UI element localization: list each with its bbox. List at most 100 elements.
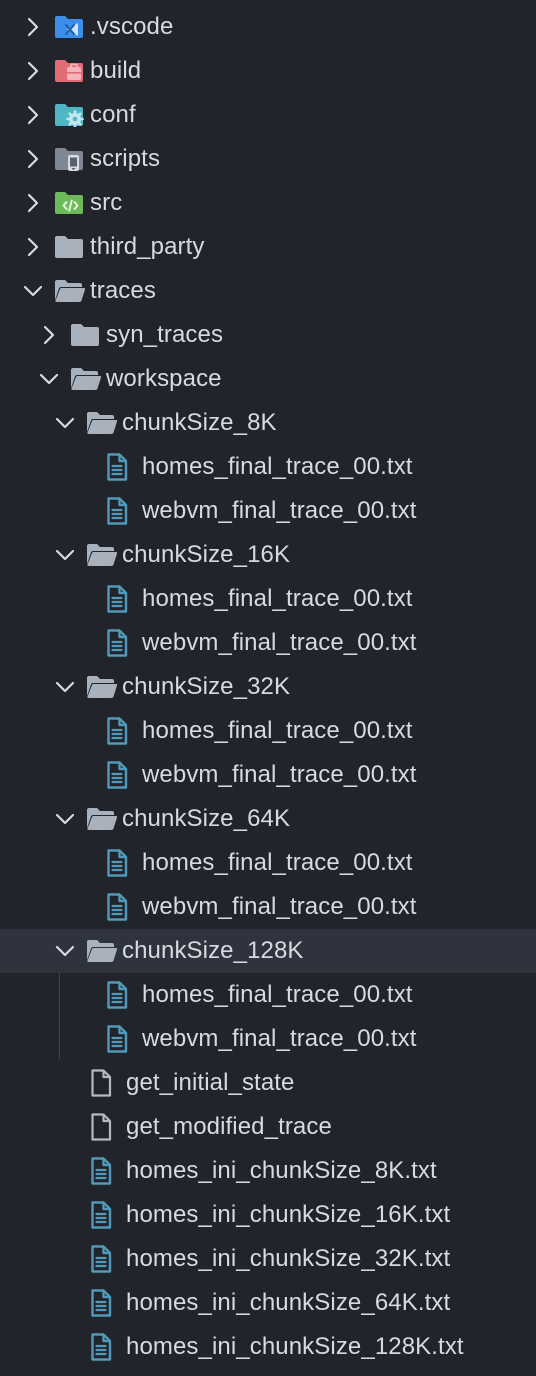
- file-row-homes-final-trace-00-txt[interactable]: homes_final_trace_00.txt: [0, 841, 536, 885]
- folder-row-conf[interactable]: conf: [0, 93, 536, 137]
- text-file-icon: [86, 1332, 124, 1362]
- folder-open-icon: [86, 408, 120, 438]
- chevron-down-icon[interactable]: [52, 410, 78, 436]
- folder-row-chunksize-32k[interactable]: chunkSize_32K: [0, 665, 536, 709]
- file-label: webvm_final_trace_00.txt: [142, 761, 417, 788]
- folder-row-workspace[interactable]: workspace: [0, 357, 536, 401]
- folder-label: .vscode: [90, 13, 174, 40]
- folder-label: chunkSize_64K: [122, 805, 291, 832]
- file-row-webvm-final-trace-00-txt[interactable]: webvm_final_trace_00.txt: [0, 753, 536, 797]
- folder-open-icon: [86, 540, 120, 570]
- file-row-webvm-final-trace-00-txt[interactable]: webvm_final_trace_00.txt: [0, 621, 536, 665]
- folder-label: scripts: [90, 145, 161, 172]
- folder-row-chunksize-16k[interactable]: chunkSize_16K: [0, 533, 536, 577]
- file-explorer-tree: .vscode build conf scripts src third_partytra…: [0, 5, 536, 1369]
- folder-label: chunkSize_8K: [122, 409, 277, 436]
- file-row-homes-ini-chunksize-128k-txt[interactable]: homes_ini_chunkSize_128K.txt: [0, 1325, 536, 1369]
- file-row-homes-final-trace-00-txt[interactable]: homes_final_trace_00.txt: [0, 973, 536, 1017]
- folder-label: traces: [90, 277, 156, 304]
- file-row-get-modified-trace[interactable]: get_modified_trace: [0, 1105, 536, 1149]
- indent-guide: [59, 973, 60, 1059]
- folder-label: chunkSize_32K: [122, 673, 291, 700]
- text-file-icon: [102, 716, 140, 746]
- file-row-webvm-final-trace-00-txt[interactable]: webvm_final_trace_00.txt: [0, 489, 536, 533]
- file-row-homes-ini-chunksize-64k-txt[interactable]: homes_ini_chunkSize_64K.txt: [0, 1281, 536, 1325]
- file-label: homes_final_trace_00.txt: [142, 981, 413, 1008]
- file-row-homes-final-trace-00-txt[interactable]: homes_final_trace_00.txt: [0, 577, 536, 621]
- config-folder-icon: [54, 100, 88, 130]
- file-label: homes_ini_chunkSize_32K.txt: [126, 1245, 451, 1272]
- text-file-icon: [86, 1200, 124, 1230]
- chevron-right-icon[interactable]: [36, 322, 62, 348]
- file-row-homes-ini-chunksize-32k-txt[interactable]: homes_ini_chunkSize_32K.txt: [0, 1237, 536, 1281]
- folder-icon: [70, 320, 104, 350]
- folder-label: third_party: [90, 233, 205, 260]
- file-row-homes-final-trace-00-txt[interactable]: homes_final_trace_00.txt: [0, 445, 536, 489]
- chevron-right-icon[interactable]: [20, 102, 46, 128]
- file-row-homes-final-trace-00-txt[interactable]: homes_final_trace_00.txt: [0, 709, 536, 753]
- file-label: homes_final_trace_00.txt: [142, 849, 413, 876]
- folder-row-traces[interactable]: traces: [0, 269, 536, 313]
- text-file-icon: [102, 760, 140, 790]
- folder-open-icon: [86, 936, 120, 966]
- folder-row-chunksize-128k[interactable]: chunkSize_128K: [0, 929, 536, 973]
- text-file-icon: [102, 892, 140, 922]
- file-row-webvm-final-trace-00-txt[interactable]: webvm_final_trace_00.txt: [0, 885, 536, 929]
- text-file-icon: [102, 848, 140, 878]
- text-file-icon: [102, 496, 140, 526]
- chevron-right-icon[interactable]: [20, 234, 46, 260]
- folder-label: syn_traces: [106, 321, 224, 348]
- chevron-down-icon[interactable]: [52, 806, 78, 832]
- file-label: homes_ini_chunkSize_64K.txt: [126, 1289, 451, 1316]
- file-row-get-initial-state[interactable]: get_initial_state: [0, 1061, 536, 1105]
- folder-label: conf: [90, 101, 136, 128]
- file-label: homes_final_trace_00.txt: [142, 717, 413, 744]
- text-file-icon: [86, 1288, 124, 1318]
- file-label: webvm_final_trace_00.txt: [142, 497, 417, 524]
- folder-row-vscode[interactable]: .vscode: [0, 5, 536, 49]
- chevron-right-icon[interactable]: [20, 190, 46, 216]
- chevron-down-icon[interactable]: [36, 366, 62, 392]
- chevron-right-icon[interactable]: [20, 58, 46, 84]
- folder-open-icon: [54, 276, 88, 306]
- file-label: homes_ini_chunkSize_128K.txt: [126, 1333, 464, 1360]
- scripts-folder-icon: [54, 144, 88, 174]
- file-label: webvm_final_trace_00.txt: [142, 893, 417, 920]
- blank-file-icon: [86, 1068, 124, 1098]
- folder-row-chunksize-64k[interactable]: chunkSize_64K: [0, 797, 536, 841]
- folder-icon: [54, 232, 88, 262]
- folder-row-build[interactable]: build: [0, 49, 536, 93]
- file-row-homes-ini-chunksize-16k-txt[interactable]: homes_ini_chunkSize_16K.txt: [0, 1193, 536, 1237]
- chevron-down-icon[interactable]: [52, 674, 78, 700]
- file-label: homes_final_trace_00.txt: [142, 453, 413, 480]
- folder-label: build: [90, 57, 142, 84]
- chevron-down-icon[interactable]: [20, 278, 46, 304]
- text-file-icon: [102, 452, 140, 482]
- folder-open-icon: [86, 804, 120, 834]
- folder-row-third-party[interactable]: third_party: [0, 225, 536, 269]
- file-label: webvm_final_trace_00.txt: [142, 629, 417, 656]
- file-row-webvm-final-trace-00-txt[interactable]: webvm_final_trace_00.txt: [0, 1017, 536, 1061]
- folder-row-chunksize-8k[interactable]: chunkSize_8K: [0, 401, 536, 445]
- chevron-down-icon[interactable]: [52, 938, 78, 964]
- folder-row-scripts[interactable]: scripts: [0, 137, 536, 181]
- file-label: get_initial_state: [126, 1069, 295, 1096]
- chevron-right-icon[interactable]: [20, 146, 46, 172]
- folder-row-src[interactable]: src: [0, 181, 536, 225]
- build-folder-icon: [54, 56, 88, 86]
- chevron-right-icon[interactable]: [20, 14, 46, 40]
- vscode-folder-icon: [54, 12, 88, 42]
- folder-row-syn-traces[interactable]: syn_traces: [0, 313, 536, 357]
- folder-label: src: [90, 189, 123, 216]
- folder-open-icon: [70, 364, 104, 394]
- folder-label: chunkSize_128K: [122, 937, 304, 964]
- chevron-down-icon[interactable]: [52, 542, 78, 568]
- text-file-icon: [102, 584, 140, 614]
- file-label: homes_ini_chunkSize_16K.txt: [126, 1201, 451, 1228]
- folder-open-icon: [86, 672, 120, 702]
- folder-label: chunkSize_16K: [122, 541, 291, 568]
- file-row-homes-ini-chunksize-8k-txt[interactable]: homes_ini_chunkSize_8K.txt: [0, 1149, 536, 1193]
- file-label: homes_ini_chunkSize_8K.txt: [126, 1157, 437, 1184]
- folder-label: workspace: [106, 365, 222, 392]
- file-label: webvm_final_trace_00.txt: [142, 1025, 417, 1052]
